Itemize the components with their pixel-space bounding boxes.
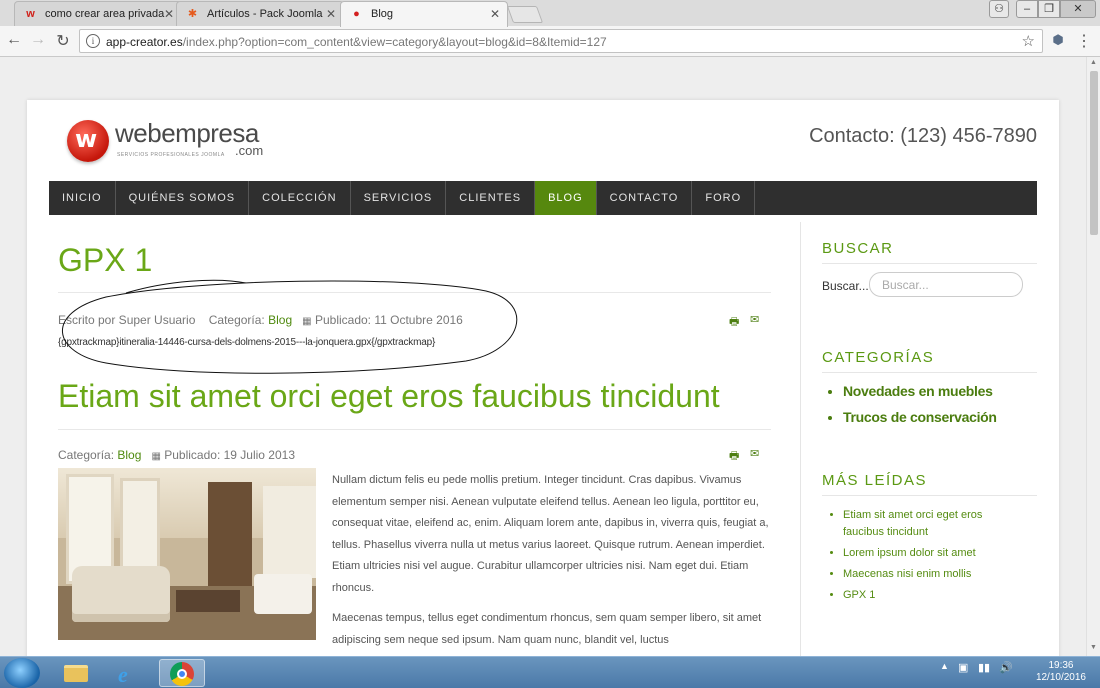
categories-list: Novedades en muebles Trucos de conservac… xyxy=(843,383,997,425)
minimize-button[interactable]: – xyxy=(1016,0,1038,18)
most-read-list: Etiam sit amet orci eget eros faucibus t… xyxy=(843,507,1013,604)
nav-item-blog[interactable]: BLOG xyxy=(535,181,597,215)
start-button[interactable] xyxy=(4,658,40,688)
most-read-item[interactable]: Lorem ipsum dolor sit amet xyxy=(843,545,1013,562)
article-paragraph: Maecenas tempus, tellus eget condimentum… xyxy=(332,612,762,646)
category-link[interactable]: Blog xyxy=(117,448,141,462)
windows-taskbar: e ▲ ▣ ▮▮ 🔊 19:36 12/10/2016 xyxy=(0,656,1100,688)
title-divider xyxy=(58,429,771,430)
page-viewport: w webempresa .com SERVICIOS PROFESIONALE… xyxy=(0,57,1086,656)
system-clock[interactable]: 19:36 12/10/2016 xyxy=(1036,660,1086,684)
page-sheet: w webempresa .com SERVICIOS PROFESIONALE… xyxy=(27,100,1059,656)
nav-item-clientes[interactable]: CLIENTES xyxy=(446,181,536,215)
print-icon[interactable]: 🖶 xyxy=(729,447,739,466)
url-host: app-creator.es xyxy=(106,35,183,49)
most-read-item[interactable]: Maecenas nisi enim mollis xyxy=(843,566,1013,583)
info-icon[interactable]: i xyxy=(86,34,100,48)
most-read-item[interactable]: GPX 1 xyxy=(843,587,1013,604)
url-text: app-creator.es/index.php?option=com_cont… xyxy=(106,35,607,49)
calendar-icon: ▦ xyxy=(151,451,161,462)
main-navigation: INICIO QUIÉNES SOMOS COLECCIÓN SERVICIOS… xyxy=(49,181,1037,215)
nav-item-contacto[interactable]: CONTACTO xyxy=(597,181,693,215)
file-explorer-icon[interactable] xyxy=(53,659,99,687)
search-label: Buscar... xyxy=(822,279,869,293)
email-icon[interactable]: ✉ xyxy=(750,447,759,460)
article-meta: Categoría: Blog ▦ Publicado: 19 Julio 20… xyxy=(58,448,295,462)
page-scrollbar[interactable]: ▲ ▼ xyxy=(1086,57,1100,656)
close-icon[interactable]: ✕ xyxy=(490,7,500,21)
scroll-up-arrow-icon[interactable]: ▲ xyxy=(1090,59,1097,66)
window-close-button[interactable]: ✕ xyxy=(1060,0,1096,18)
joomla-icon: ✱ xyxy=(187,8,198,20)
tab-como-crear-area[interactable]: w como crear area privada ✕ xyxy=(14,1,182,26)
site-logo[interactable]: w webempresa .com SERVICIOS PROFESIONALE… xyxy=(67,118,307,168)
article-image-living-room[interactable] xyxy=(58,468,316,640)
close-icon[interactable]: ✕ xyxy=(326,7,336,21)
nav-item-quienes-somos[interactable]: QUIÉNES SOMOS xyxy=(116,181,250,215)
browser-tab-bar: w como crear area privada ✕ ✱ Artículos … xyxy=(0,0,1100,27)
webempresa-icon: w xyxy=(26,8,35,20)
contact-phone: Contacto: (123) 456-7890 xyxy=(809,125,1037,147)
hand-drawn-ellipse-annotation xyxy=(62,279,518,374)
nav-item-coleccion[interactable]: COLECCIÓN xyxy=(249,181,351,215)
device-icon[interactable]: ▣ xyxy=(958,661,968,674)
logo-com: .com xyxy=(235,143,264,158)
category-label: Categoría: xyxy=(58,448,115,462)
tab-articulos[interactable]: ✱ Artículos - Pack Joomla ✕ xyxy=(176,1,344,26)
logo-mark-icon: w xyxy=(67,120,109,162)
bookmark-star-icon[interactable]: ☆ xyxy=(1022,32,1035,50)
browser-toolbar: ← → ↻ i app-creator.es/index.php?option=… xyxy=(0,26,1100,57)
tab-label: Blog xyxy=(371,8,394,20)
scroll-down-arrow-icon[interactable]: ▼ xyxy=(1090,644,1097,651)
most-read-heading: MÁS LEÍDAS xyxy=(822,472,1037,496)
sidebar-divider xyxy=(800,222,801,656)
article-title-etiam[interactable]: Etiam sit amet orci eget eros faucibus t… xyxy=(58,378,720,415)
published-date: Publicado: 19 Julio 2013 xyxy=(164,448,295,462)
article-paragraph: Nullam dictum felis eu pede mollis preti… xyxy=(332,474,769,594)
scrollbar-thumb[interactable] xyxy=(1090,71,1098,235)
categories-heading: CATEGORÍAS xyxy=(822,349,1037,373)
search-input[interactable]: Buscar... xyxy=(869,272,1023,297)
email-icon[interactable]: ✉ xyxy=(750,313,759,326)
category-item[interactable]: Novedades en muebles xyxy=(843,383,997,399)
close-icon[interactable]: ✕ xyxy=(164,7,174,21)
internet-explorer-icon[interactable]: e xyxy=(106,659,152,687)
nav-item-inicio[interactable]: INICIO xyxy=(49,181,116,215)
url-path: /index.php?option=com_content&view=categ… xyxy=(182,35,607,49)
print-icon[interactable]: 🖶 xyxy=(729,313,739,332)
extension-shield-icon[interactable]: ⬢ xyxy=(1048,32,1068,48)
most-read-item[interactable]: Etiam sit amet orci eget eros faucibus t… xyxy=(843,507,1013,541)
address-bar[interactable]: i app-creator.es/index.php?option=com_co… xyxy=(79,29,1043,53)
forward-arrow-icon[interactable]: → xyxy=(28,31,48,49)
clock-date: 12/10/2016 xyxy=(1035,672,1086,683)
drop-icon: ● xyxy=(353,8,360,20)
logo-tagline: SERVICIOS PROFESIONALES JOOMLA xyxy=(117,152,225,158)
tab-blog[interactable]: ● Blog ✕ xyxy=(340,1,508,27)
category-item[interactable]: Trucos de conservación xyxy=(843,409,997,425)
tab-label: Artículos - Pack Joomla xyxy=(207,8,323,20)
tab-label: como crear area privada xyxy=(45,8,165,20)
user-profile-icon[interactable]: ⚇ xyxy=(989,0,1009,18)
show-hidden-icons[interactable]: ▲ xyxy=(940,661,949,671)
network-icon[interactable]: ▮▮ xyxy=(978,661,990,674)
new-tab-button[interactable] xyxy=(506,6,544,23)
volume-icon[interactable]: 🔊 xyxy=(999,661,1013,674)
search-heading: BUSCAR xyxy=(822,240,1037,264)
reload-icon[interactable]: ↻ xyxy=(53,31,73,51)
nav-item-foro[interactable]: FORO xyxy=(692,181,756,215)
clock-time: 19:36 xyxy=(1048,660,1074,671)
nav-item-servicios[interactable]: SERVICIOS xyxy=(351,181,447,215)
maximize-button[interactable]: ❐ xyxy=(1038,0,1060,18)
menu-icon[interactable]: ⋮ xyxy=(1074,31,1094,51)
chrome-icon[interactable] xyxy=(159,659,205,687)
back-arrow-icon[interactable]: ← xyxy=(4,31,24,49)
